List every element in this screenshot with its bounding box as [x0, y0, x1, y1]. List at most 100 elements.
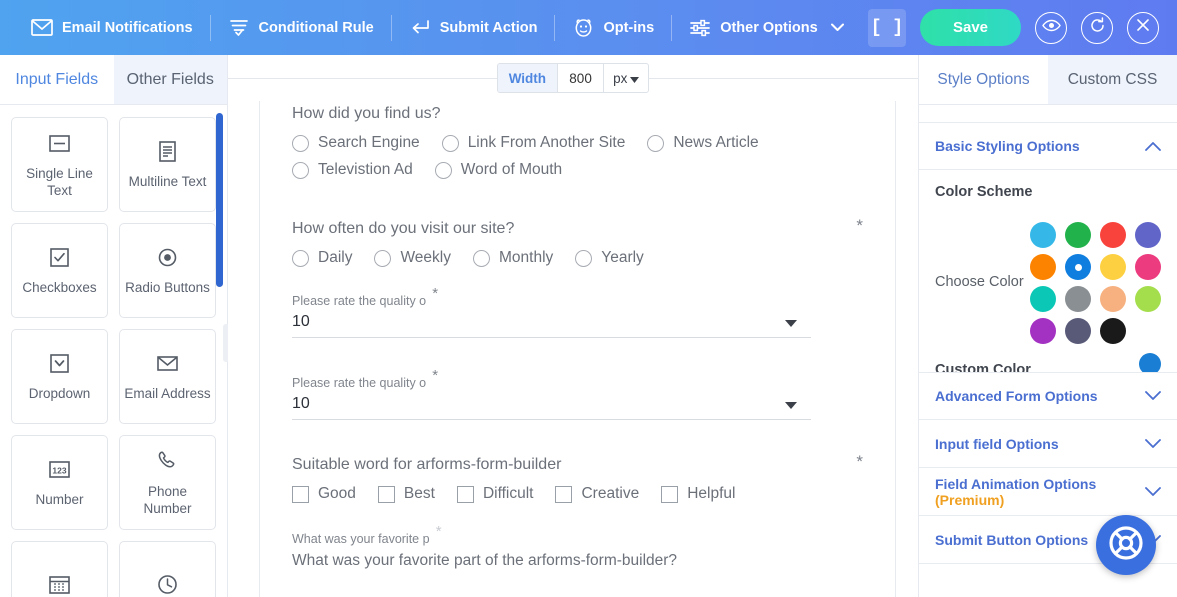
checkbox-option[interactable]: Best [377, 485, 435, 503]
style-options-panel: Style Options Custom CSS Basic Styling O… [918, 55, 1177, 597]
left-field-panel: Input Fields Other Fields Single Line Te… [0, 55, 228, 597]
color-swatch[interactable] [1100, 254, 1126, 280]
nav-opt-ins[interactable]: Opt-ins [555, 11, 671, 45]
field-card-date[interactable] [11, 541, 108, 597]
accordion-basic-styling-options[interactable]: Basic Styling Options [919, 122, 1177, 170]
checkbox-option[interactable]: Creative [555, 485, 639, 503]
color-swatch[interactable] [1065, 222, 1091, 248]
color-swatch[interactable] [1100, 318, 1126, 344]
radio-group: Search Engine Link From Another Site New… [292, 134, 863, 188]
field-card-label: Single Line Text [26, 165, 93, 198]
checkbox-option[interactable]: Good [292, 485, 356, 503]
accordion-field-animation-options[interactable]: Field Animation Options (Premium) [919, 468, 1177, 516]
refresh-button[interactable] [1081, 11, 1113, 44]
radio-option[interactable]: Weekly [374, 249, 451, 267]
dropdown-icon [46, 350, 73, 377]
radio-option[interactable]: Yearly [575, 249, 644, 267]
color-swatch[interactable] [1100, 286, 1126, 312]
color-swatch[interactable] [1065, 286, 1091, 312]
save-button[interactable]: Save [920, 9, 1021, 46]
nav-conditional-rule[interactable]: Conditional Rule [211, 11, 391, 45]
shortcode-button[interactable]: [ ] [868, 8, 906, 47]
nav-label: Opt-ins [603, 19, 655, 36]
radio-option[interactable]: Daily [292, 249, 352, 267]
field-card-checkboxes[interactable]: Checkboxes [11, 223, 108, 318]
radio-option[interactable]: Search Engine [292, 134, 420, 152]
lifebuoy-support-icon [1106, 523, 1146, 568]
caret-down-icon[interactable] [785, 320, 797, 327]
color-swatch[interactable] [1030, 254, 1056, 280]
caret-down-icon[interactable] [785, 402, 797, 409]
nav-email-notifications[interactable]: Email Notifications [14, 11, 210, 45]
form-canvas: Width px How did you find us? Search Eng… [228, 55, 919, 597]
checkbox-option[interactable]: Helpful [661, 485, 735, 503]
checkbox-square-icon [292, 485, 309, 503]
nav-submit-action[interactable]: Submit Action [392, 11, 555, 45]
required-marker: * [435, 523, 442, 540]
radio-circle-icon [292, 161, 309, 179]
number-icon: 123 [46, 456, 73, 483]
color-swatch[interactable] [1030, 286, 1056, 312]
field-card-radio-buttons[interactable]: Radio Buttons [119, 223, 216, 318]
width-input[interactable] [557, 64, 605, 92]
tab-other-fields[interactable]: Other Fields [113, 55, 227, 104]
accordion-title: Input field Options [935, 435, 1059, 452]
checkbox-square-icon [456, 485, 474, 503]
chevron-up-icon [1145, 141, 1161, 151]
form-field-rate-quality-1[interactable]: Please rate the quality o * 10 [292, 285, 811, 338]
field-card-email-address[interactable]: Email Address [119, 329, 216, 424]
color-swatch[interactable] [1100, 222, 1126, 248]
radio-option[interactable]: Televistion Ad [292, 161, 413, 179]
field-card-time[interactable] [119, 541, 216, 597]
checkbox-icon [46, 244, 73, 271]
radio-label: Search Engine [318, 134, 420, 151]
left-panel-scrollbar[interactable] [216, 113, 223, 287]
color-swatch[interactable] [1135, 254, 1161, 280]
close-button[interactable] [1127, 11, 1159, 44]
field-card-phone-number[interactable]: Phone Number [119, 435, 216, 530]
radio-option[interactable]: Monthly [473, 249, 553, 267]
form-field-favorite-part[interactable]: What was your favorite p * What was your… [292, 523, 863, 570]
preview-button[interactable] [1035, 11, 1067, 44]
checkbox-option[interactable]: Difficult [456, 485, 533, 503]
width-unit-select[interactable]: px [604, 64, 648, 92]
radio-label: Televistion Ad [318, 161, 413, 178]
email-icon [154, 350, 181, 377]
top-toolbar: Email Notifications Conditional Rule Sub… [0, 0, 1177, 55]
color-swatch[interactable] [1135, 222, 1161, 248]
field-card-number[interactable]: 123 Number [11, 435, 108, 530]
form-preview: How did you find us? Search Engine Link … [259, 101, 896, 597]
form-field-rate-quality-2[interactable]: Please rate the quality o * 10 [292, 367, 811, 420]
checkbox-label: Helpful [687, 485, 736, 502]
color-swatch-selected[interactable] [1065, 254, 1091, 280]
field-card-multiline-text[interactable]: Multiline Text [119, 117, 216, 212]
conditional-rule-icon [228, 17, 250, 39]
required-marker: * [432, 285, 439, 302]
radio-label: Yearly [601, 249, 644, 266]
radio-option[interactable]: Word of Mouth [434, 161, 562, 179]
nav-other-options[interactable]: Other Options [672, 11, 860, 45]
tab-custom-css[interactable]: Custom CSS [1048, 55, 1177, 104]
color-swatch[interactable] [1135, 286, 1161, 312]
custom-color-swatch[interactable] [1139, 353, 1161, 372]
color-swatch[interactable] [1065, 318, 1091, 344]
support-fab-button[interactable] [1096, 515, 1156, 575]
tab-input-fields[interactable]: Input Fields [0, 55, 114, 104]
field-card-dropdown[interactable]: Dropdown [11, 329, 108, 424]
tab-style-options[interactable]: Style Options [919, 55, 1048, 104]
color-swatch[interactable] [1030, 222, 1056, 248]
field-card-label: Multiline Text [128, 174, 207, 190]
width-rule-left [228, 77, 497, 79]
field-card-single-line-text[interactable]: Single Line Text [11, 117, 108, 212]
radio-circle-icon [441, 134, 459, 152]
accordion-advanced-form-options[interactable]: Advanced Form Options [919, 372, 1177, 420]
field-card-label: Radio Buttons [125, 280, 210, 296]
radio-group: Daily Weekly Monthly Yearly [292, 249, 863, 276]
radio-circle-icon [434, 161, 452, 179]
calendar-icon [46, 571, 73, 597]
color-swatch[interactable] [1030, 318, 1056, 344]
accordion-input-field-options[interactable]: Input field Options [919, 420, 1177, 468]
checkbox-label: Good [318, 485, 356, 502]
radio-option[interactable]: Link From Another Site [441, 134, 625, 152]
radio-option[interactable]: News Article [647, 134, 759, 152]
